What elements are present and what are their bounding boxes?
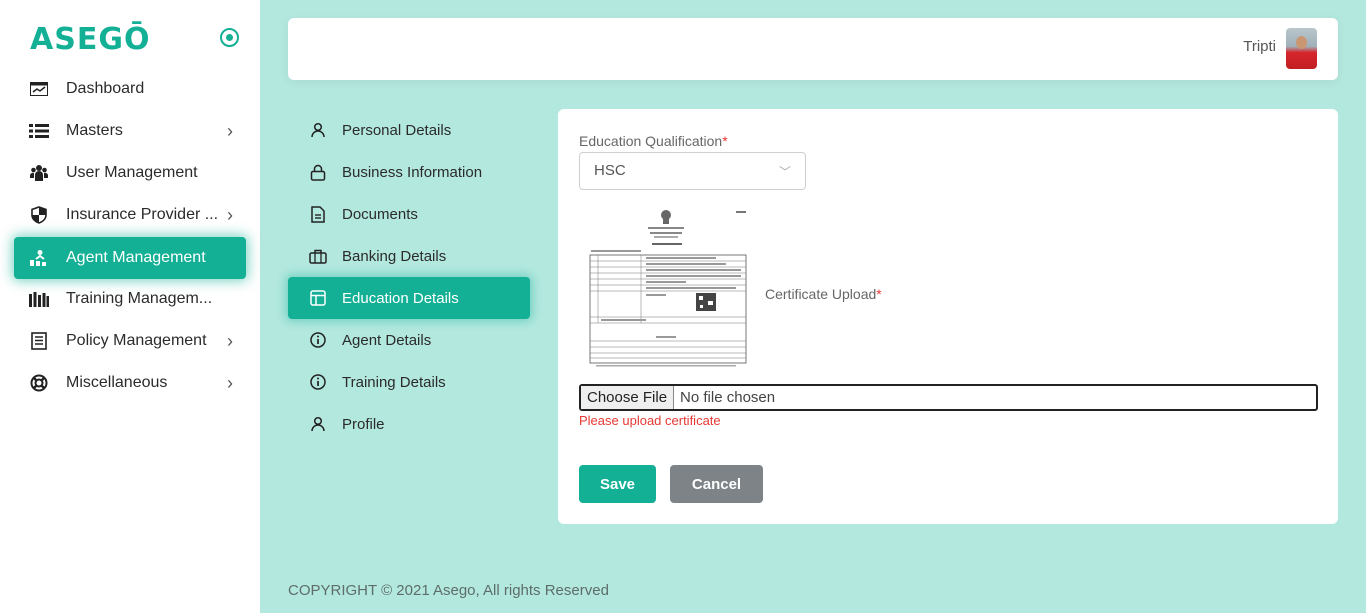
list-icon bbox=[28, 120, 50, 142]
user-icon bbox=[308, 414, 328, 434]
sidebar-item-label: Training Managem... bbox=[66, 290, 213, 307]
books-icon bbox=[28, 288, 50, 310]
tab-label: Profile bbox=[342, 415, 385, 433]
sidebar-item-masters[interactable]: Masters › bbox=[14, 110, 246, 152]
sidebar-item-label: Dashboard bbox=[66, 80, 145, 97]
chevron-right-icon: › bbox=[227, 204, 233, 225]
tab-education-details[interactable]: Education Details bbox=[288, 277, 530, 319]
sidebar-item-training-management[interactable]: Training Managem... bbox=[14, 278, 246, 320]
upload-error-message: Please upload certificate bbox=[579, 413, 721, 428]
sidebar-item-dashboard[interactable]: Dashboard bbox=[14, 68, 246, 110]
top-header: Tripti bbox=[288, 18, 1338, 80]
layout-icon bbox=[308, 288, 328, 308]
sidebar-item-insurance-provider[interactable]: Insurance Provider ... › bbox=[14, 194, 246, 236]
chevron-right-icon: › bbox=[227, 120, 233, 141]
sidebar-item-agent-management[interactable]: Agent Management bbox=[14, 237, 246, 279]
document-icon bbox=[308, 204, 328, 224]
info-icon bbox=[308, 372, 328, 392]
shield-icon bbox=[28, 204, 50, 226]
chevron-down-icon: ﹀ bbox=[778, 165, 791, 179]
lock-icon bbox=[308, 162, 328, 182]
tab-business-information[interactable]: Business Information bbox=[288, 151, 530, 193]
user-icon bbox=[308, 120, 328, 140]
education-form-card: Education Qualification* HSC ﹀ Certifica… bbox=[558, 109, 1338, 524]
tab-label: Personal Details bbox=[342, 121, 452, 139]
sidebar-item-label: Policy Management bbox=[66, 332, 207, 349]
sidebar-item-policy-management[interactable]: Policy Management › bbox=[14, 320, 246, 362]
footer-copyright: COPYRIGHT © 2021 Asego, All rights Reser… bbox=[288, 582, 609, 599]
avatar[interactable] bbox=[1286, 28, 1317, 69]
policy-icon bbox=[28, 330, 50, 352]
tab-personal-details[interactable]: Personal Details bbox=[288, 109, 530, 151]
info-icon bbox=[308, 330, 328, 350]
tab-label: Banking Details bbox=[342, 247, 447, 265]
choose-file-button[interactable]: Choose File bbox=[581, 386, 675, 409]
sidebar-item-miscellaneous[interactable]: Miscellaneous › bbox=[14, 362, 246, 404]
tab-profile[interactable]: Profile bbox=[288, 403, 530, 445]
user-name[interactable]: Tripti bbox=[1243, 38, 1276, 55]
tab-label: Documents bbox=[342, 205, 418, 223]
tab-documents[interactable]: Documents bbox=[288, 193, 530, 235]
tab-label: Education Details bbox=[342, 289, 459, 307]
sidebar-item-label: Masters bbox=[66, 122, 123, 139]
chevron-right-icon: › bbox=[227, 372, 233, 393]
users-icon bbox=[28, 162, 50, 184]
sidebar-toggle-icon[interactable] bbox=[220, 28, 239, 47]
cancel-button[interactable]: Cancel bbox=[670, 465, 763, 503]
lifebuoy-icon bbox=[28, 372, 50, 394]
save-button[interactable]: Save bbox=[579, 465, 656, 503]
sidebar-item-label: Agent Management bbox=[66, 249, 206, 266]
tab-label: Training Details bbox=[342, 373, 446, 391]
tab-label: Agent Details bbox=[342, 331, 432, 349]
certificate-upload-label: Certificate Upload* bbox=[765, 286, 882, 302]
briefcase-icon bbox=[308, 246, 328, 266]
brand-logo[interactable]: ASEGŌ bbox=[30, 22, 150, 57]
qualification-label: Education Qualification* bbox=[579, 133, 728, 149]
sidebar-item-user-management[interactable]: User Management bbox=[14, 152, 246, 194]
tab-banking-details[interactable]: Banking Details bbox=[288, 235, 530, 277]
sidebar-item-label: Miscellaneous bbox=[66, 374, 168, 391]
file-status-text: No file chosen bbox=[680, 389, 776, 406]
sidebar-item-label: Insurance Provider ... bbox=[66, 206, 219, 223]
tab-training-details[interactable]: Training Details bbox=[288, 361, 530, 403]
chevron-right-icon: › bbox=[227, 330, 233, 351]
certificate-preview-image bbox=[586, 205, 748, 375]
dashboard-icon bbox=[28, 78, 50, 100]
sidebar: ASEGŌ Dashboard Masters › User Managemen… bbox=[0, 0, 260, 613]
qualification-value: HSC bbox=[594, 162, 626, 179]
agent-icon bbox=[28, 247, 50, 269]
qualification-select[interactable]: HSC ﹀ bbox=[579, 152, 806, 190]
tab-label: Business Information bbox=[342, 163, 483, 181]
certificate-file-input[interactable]: Choose File No file chosen bbox=[579, 384, 1318, 411]
sidebar-item-label: User Management bbox=[66, 164, 198, 181]
tab-agent-details[interactable]: Agent Details bbox=[288, 319, 530, 361]
